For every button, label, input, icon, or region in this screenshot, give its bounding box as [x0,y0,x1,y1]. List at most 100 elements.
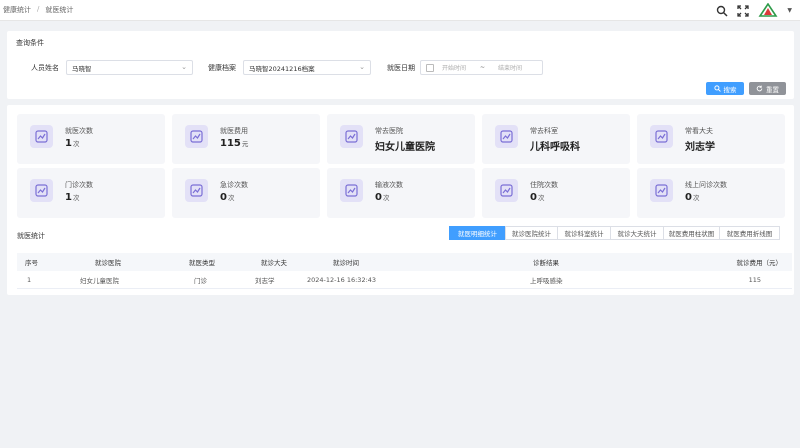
tab-hospital-stats[interactable]: 就诊医院统计 [505,226,558,240]
stat-chart-icon [30,125,53,148]
stat-card-number: 妇女儿童医院 [375,142,435,153]
cell-time: 2024-12-16 16:32:43 [307,275,377,284]
stat-chart-icon [340,179,363,202]
stat-card-medical-cost: 就医费用 115元 [172,114,320,164]
stat-card-value: 妇女儿童医院 [375,138,436,153]
calendar-icon [426,63,434,72]
app-logo-icon[interactable] [758,2,778,18]
stat-card-value: 刘志学 [685,138,716,153]
stat-card-unit: 次 [227,194,235,202]
date-range-picker[interactable]: 开始时间 ~ 结束时间 [420,60,543,75]
stat-card-label: 急诊次数 [220,181,248,189]
stat-chart-icon [650,125,673,148]
search-icon [713,85,721,92]
stat-chart-icon [340,125,363,148]
stat-card-visit-count: 就医次数 1次 [17,114,165,164]
stat-card-outpatient-count: 门诊次数 1次 [17,168,165,218]
detail-table: 序号 就诊医院 就医类型 就诊大夫 就诊时间 诊断结果 就诊费用（元） 1 妇女… [17,253,792,289]
stat-card-unit: 元 [241,140,249,148]
stat-card-value: 0次 [220,192,234,203]
stat-card-infusion-count: 输液次数 0次 [327,168,475,218]
search-icon[interactable] [716,5,728,17]
stat-card-value: 0次 [685,192,699,203]
stat-card-value: 1次 [65,138,79,149]
stat-chart-icon [495,125,518,148]
cell-index: 1 [27,275,32,284]
stat-card-number: 1 [65,138,72,149]
health-record-select[interactable]: 马晓智20241216档案 ⌄ [243,60,371,75]
search-button[interactable]: 搜索 [706,82,744,95]
stat-card-value: 0次 [530,192,544,203]
stat-card-emergency-count: 急诊次数 0次 [172,168,320,218]
stat-card-value: 1次 [65,192,79,203]
reset-button[interactable]: 重置 [749,82,786,95]
col-header-hospital: 就诊医院 [95,259,121,267]
chevron-down-icon[interactable]: ▼ [787,7,792,14]
stat-card-frequent-doctor: 常看大夫 刘志学 [637,114,785,164]
health-record-value: 马晓智20241216档案 [249,64,315,73]
content-panel: 就医次数 1次 就医费用 115元 常去医院 妇女儿童医院 常去科室 儿科呼吸科 常看大夫 刘志学… [7,105,794,295]
fullscreen-icon[interactable] [737,4,750,17]
stat-card-label: 常看大夫 [685,127,713,135]
top-icons: ▼ [716,2,792,18]
stat-card-unit: 次 [72,140,80,148]
search-button-label: 搜索 [723,85,737,94]
tab-department-stats[interactable]: 就诊科室统计 [557,226,611,240]
person-name-select[interactable]: 马晓智 ⌄ [66,60,193,75]
cell-cost: 115 [748,275,761,284]
date-range-separator: ~ [480,64,486,71]
query-title: 查询条件 [16,39,44,47]
stat-card-label: 常去医院 [375,127,403,135]
cell-hospital: 妇女儿童医院 [80,276,119,285]
date-label: 就医日期 [387,64,415,72]
stat-card-label: 就医次数 [65,127,93,135]
breadcrumb-item-health-stats[interactable]: 健康统计 [3,5,31,15]
stat-card-number: 0 [685,192,692,203]
stat-card-number: 刘志学 [685,142,715,153]
stat-tabs: 就医明细统计 就诊医院统计 就诊科室统计 就诊大夫统计 就医费用柱状图 就医费用… [449,226,780,240]
reset-button-label: 重置 [766,85,779,94]
stat-card-number: 0 [530,192,537,203]
chevron-down-icon: ⌄ [359,63,365,71]
query-panel: 查询条件 人员姓名 马晓智 ⌄ 健康档案 马晓智20241216档案 ⌄ 就医日… [7,31,794,99]
stat-chart-icon [30,179,53,202]
table-row[interactable]: 1 妇女儿童医院 门诊 刘志学 2024-12-16 16:32:43 上呼吸感… [17,271,792,289]
breadcrumb: 健康统计 / 就医统计 [3,5,73,15]
stat-chart-icon [185,179,208,202]
stat-card-label: 线上问诊次数 [685,181,727,189]
tab-cost-bar-chart[interactable]: 就医费用柱状图 [663,226,720,240]
stat-chart-icon [495,179,518,202]
stat-card-number: 儿科呼吸科 [530,142,580,153]
cell-diagnosis: 上呼吸感染 [530,276,563,285]
stat-card-value: 儿科呼吸科 [530,138,581,153]
tab-doctor-stats[interactable]: 就诊大夫统计 [610,226,664,240]
col-header-type: 就医类型 [189,259,215,267]
stat-card-frequent-department: 常去科室 儿科呼吸科 [482,114,630,164]
date-start-input[interactable]: 开始时间 [442,63,466,72]
tab-cost-line-chart[interactable]: 就医费用折线图 [719,226,780,240]
stat-card-online-consult-count: 线上问诊次数 0次 [637,168,785,218]
stat-card-unit: 次 [537,194,545,202]
stat-card-number: 0 [375,192,382,203]
section-title: 就医统计 [17,232,45,240]
stat-card-number: 1 [65,192,72,203]
stat-card-label: 常去科室 [530,127,558,135]
stat-card-label: 门诊次数 [65,181,93,189]
stat-card-number: 115 [220,138,241,149]
col-header-diagnosis: 诊断结果 [533,259,559,267]
cell-doctor: 刘志学 [255,276,275,285]
chevron-down-icon: ⌄ [181,63,187,71]
date-end-input[interactable]: 结束时间 [498,63,522,72]
tab-detail-stats[interactable]: 就医明细统计 [449,226,506,240]
cell-type: 门诊 [194,276,207,285]
stat-card-frequent-hospital: 常去医院妇女儿童医院 [327,114,475,164]
col-header-cost: 就诊费用（元） [736,259,783,267]
col-header-index: 序号 [25,259,38,267]
stat-card-unit: 次 [382,194,390,202]
table-header: 序号 就诊医院 就医类型 就诊大夫 就诊时间 诊断结果 就诊费用（元） [17,253,792,271]
stat-card-label: 输液次数 [375,181,403,189]
col-header-time: 就诊时间 [333,259,359,267]
stat-chart-icon [650,179,673,202]
name-label: 人员姓名 [31,64,59,72]
stat-card-value: 115元 [220,138,248,149]
